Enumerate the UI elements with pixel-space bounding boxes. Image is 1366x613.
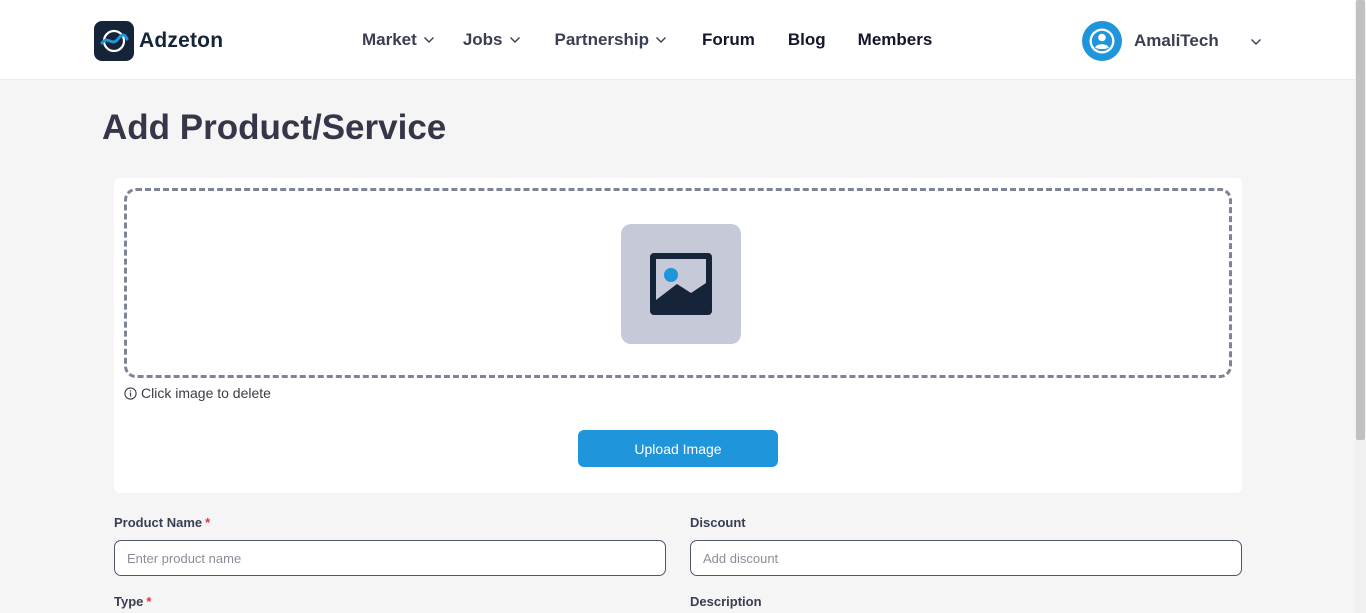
page-scrollbar[interactable] [1355,0,1366,613]
image-placeholder-tile[interactable] [621,224,741,344]
type-label: Type * [114,594,151,609]
nav-item-label: Partnership [554,30,649,49]
image-placeholder-icon [650,253,712,315]
user-circle-icon [1082,21,1122,61]
image-upload-card: Click image to delete Upload Image [114,178,1242,493]
nav-item-forum[interactable]: Forum [702,28,755,52]
top-navigation-bar: Adzeton Market Jobs Partnership Forum Bl… [0,0,1355,80]
required-mark: * [205,515,211,530]
nav-item-jobs[interactable]: Jobs [463,28,521,52]
nav-item-label: Blog [787,30,826,49]
upload-image-button[interactable]: Upload Image [578,430,778,467]
nav-item-label: Members [857,30,933,49]
chevron-down-icon [509,36,521,44]
nav-item-blog[interactable]: Blog [788,28,826,52]
description-label: Description [690,594,762,609]
chevron-down-icon[interactable] [1250,33,1262,51]
nav-item-partnership[interactable]: Partnership [555,28,667,52]
brand-logo[interactable]: Adzeton [94,21,223,61]
type-label-text: Type [114,594,144,609]
info-circle-icon [124,386,137,400]
discount-label: Discount [690,515,746,530]
page-title: Add Product/Service [102,108,447,147]
user-menu[interactable]: AmaliTech [1082,21,1261,61]
discount-input[interactable] [690,540,1242,576]
nav-item-label: Forum [701,30,755,49]
chevron-down-icon [655,36,667,44]
required-mark: * [146,594,152,609]
product-name-input[interactable] [114,540,666,576]
nav-item-label: Market [362,30,417,49]
chevron-down-icon [423,36,435,44]
delete-hint-text: Click image to delete [141,385,271,401]
brand-name: Adzeton [139,29,224,52]
nav-item-label: Jobs [462,30,503,49]
image-dropzone[interactable] [124,188,1232,378]
main-nav: Market Jobs Partnership Forum Blog Membe… [362,28,932,52]
nav-item-market[interactable]: Market [362,28,435,52]
adzeton-logo-icon [94,21,134,61]
scrollbar-thumb[interactable] [1356,0,1365,440]
delete-hint: Click image to delete [124,385,271,401]
nav-item-members[interactable]: Members [858,28,933,52]
product-name-label-text: Product Name [114,515,203,530]
user-name: AmaliTech [1134,31,1219,50]
product-name-label: Product Name * [114,515,210,530]
